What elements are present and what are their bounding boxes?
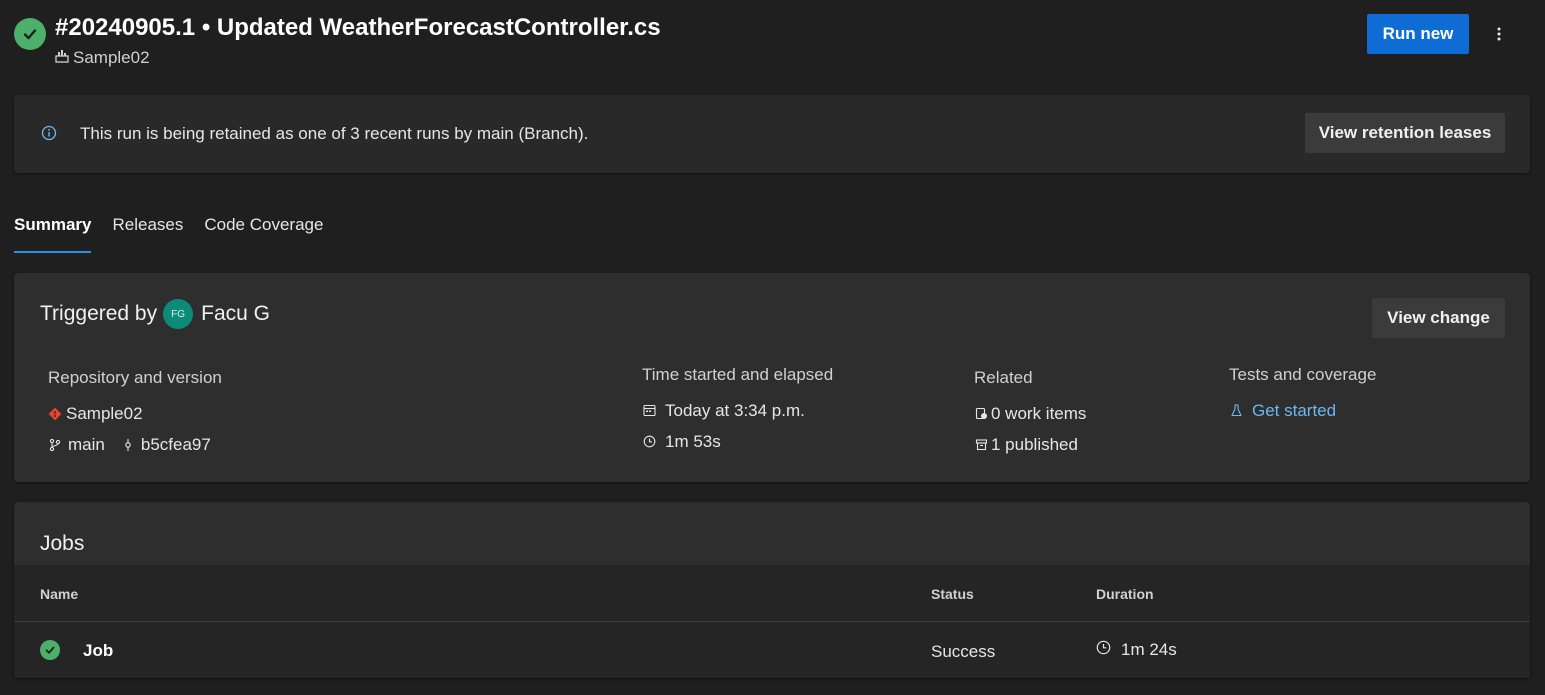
related-column: Related 0 work items 1 published — [974, 365, 1086, 460]
time-heading: Time started and elapsed — [642, 365, 834, 384]
run-title: #20240905.1 • Updated WeatherForecastCon… — [55, 14, 661, 41]
commit-id[interactable]: b5cfea97 — [141, 435, 211, 455]
published-count: 1 published — [991, 434, 1078, 454]
triggered-by: Triggered by FG Facu G — [40, 299, 270, 329]
info-icon — [41, 125, 57, 141]
work-items-link[interactable]: 0 work items — [974, 398, 1086, 429]
get-started-link[interactable]: Get started — [1229, 395, 1376, 426]
tests-heading: Tests and coverage — [1229, 365, 1377, 384]
more-actions-icon[interactable] — [1487, 22, 1511, 46]
run-tabs: Summary Releases Code Coverage — [14, 213, 344, 253]
git-repo-icon — [48, 407, 62, 421]
branch-name[interactable]: main — [68, 435, 105, 455]
pipeline-name: Sample02 — [73, 48, 150, 67]
clock-icon — [642, 435, 656, 449]
elapsed-line: 1m 53s — [642, 426, 833, 457]
work-item-icon — [974, 407, 988, 421]
elapsed-time: 1m 53s — [665, 431, 721, 451]
job-name: Job — [83, 641, 114, 660]
retention-message: This run is being retained as one of 3 r… — [80, 124, 589, 143]
time-column: Time started and elapsed Today at 3:34 p… — [642, 365, 833, 457]
triggered-by-label: Triggered by — [40, 302, 158, 325]
jobs-table: Name Status Duration Job Success 1m 24s — [14, 565, 1530, 678]
start-time: Today at 3:34 p.m. — [665, 400, 805, 420]
calendar-icon — [642, 404, 656, 418]
pipeline-run-page: #20240905.1 • Updated WeatherForecastCon… — [0, 0, 1545, 695]
column-header-duration: Duration — [1096, 586, 1154, 602]
success-check-icon — [14, 18, 46, 50]
beaker-icon — [1229, 404, 1243, 418]
job-status: Success — [931, 642, 996, 661]
repository-heading: Repository and version — [48, 368, 222, 387]
user-name[interactable]: Facu G — [201, 302, 270, 326]
branch-icon — [48, 438, 62, 452]
avatar: FG — [163, 299, 194, 329]
job-duration: 1m 24s — [1121, 640, 1177, 659]
repository-column: Repository and version Sample02 main b5c… — [48, 365, 222, 460]
success-check-icon — [40, 640, 60, 660]
pipeline-icon — [55, 48, 69, 68]
work-items-count: 0 work items — [991, 403, 1087, 423]
tab-code-coverage[interactable]: Code Coverage — [204, 213, 333, 253]
repository-name: Sample02 — [66, 403, 143, 423]
run-header: #20240905.1 • Updated WeatherForecastCon… — [14, 14, 1531, 70]
column-header-name: Name — [40, 586, 79, 602]
table-row[interactable]: Job Success 1m 24s — [14, 622, 1530, 678]
related-heading: Related — [974, 368, 1033, 387]
summary-card: Triggered by FG Facu G View change Repos… — [14, 273, 1530, 482]
tests-column: Tests and coverage Get started — [1229, 365, 1376, 426]
repository-link[interactable]: Sample02 — [48, 398, 222, 429]
tab-summary[interactable]: Summary — [14, 213, 92, 253]
published-link[interactable]: 1 published — [974, 429, 1086, 460]
clock-icon — [1096, 640, 1111, 660]
artifact-icon — [974, 438, 988, 452]
start-time-line: Today at 3:34 p.m. — [642, 395, 833, 426]
get-started-text: Get started — [1252, 400, 1337, 420]
retention-banner: This run is being retained as one of 3 r… — [14, 95, 1530, 173]
version-line: main b5cfea97 — [48, 429, 222, 460]
view-change-button[interactable]: View change — [1372, 298, 1505, 338]
pipeline-link[interactable]: Sample02 — [55, 48, 150, 68]
view-retention-leases-button[interactable]: View retention leases — [1305, 113, 1505, 153]
jobs-card: Jobs Name Status Duration Job Success 1m… — [14, 502, 1530, 678]
column-header-status: Status — [931, 586, 974, 602]
jobs-title: Jobs — [40, 532, 85, 555]
job-duration-cell: 1m 24s — [1096, 640, 1177, 660]
tab-releases[interactable]: Releases — [112, 213, 193, 253]
run-new-button[interactable]: Run new — [1367, 14, 1469, 54]
commit-icon — [121, 438, 135, 452]
